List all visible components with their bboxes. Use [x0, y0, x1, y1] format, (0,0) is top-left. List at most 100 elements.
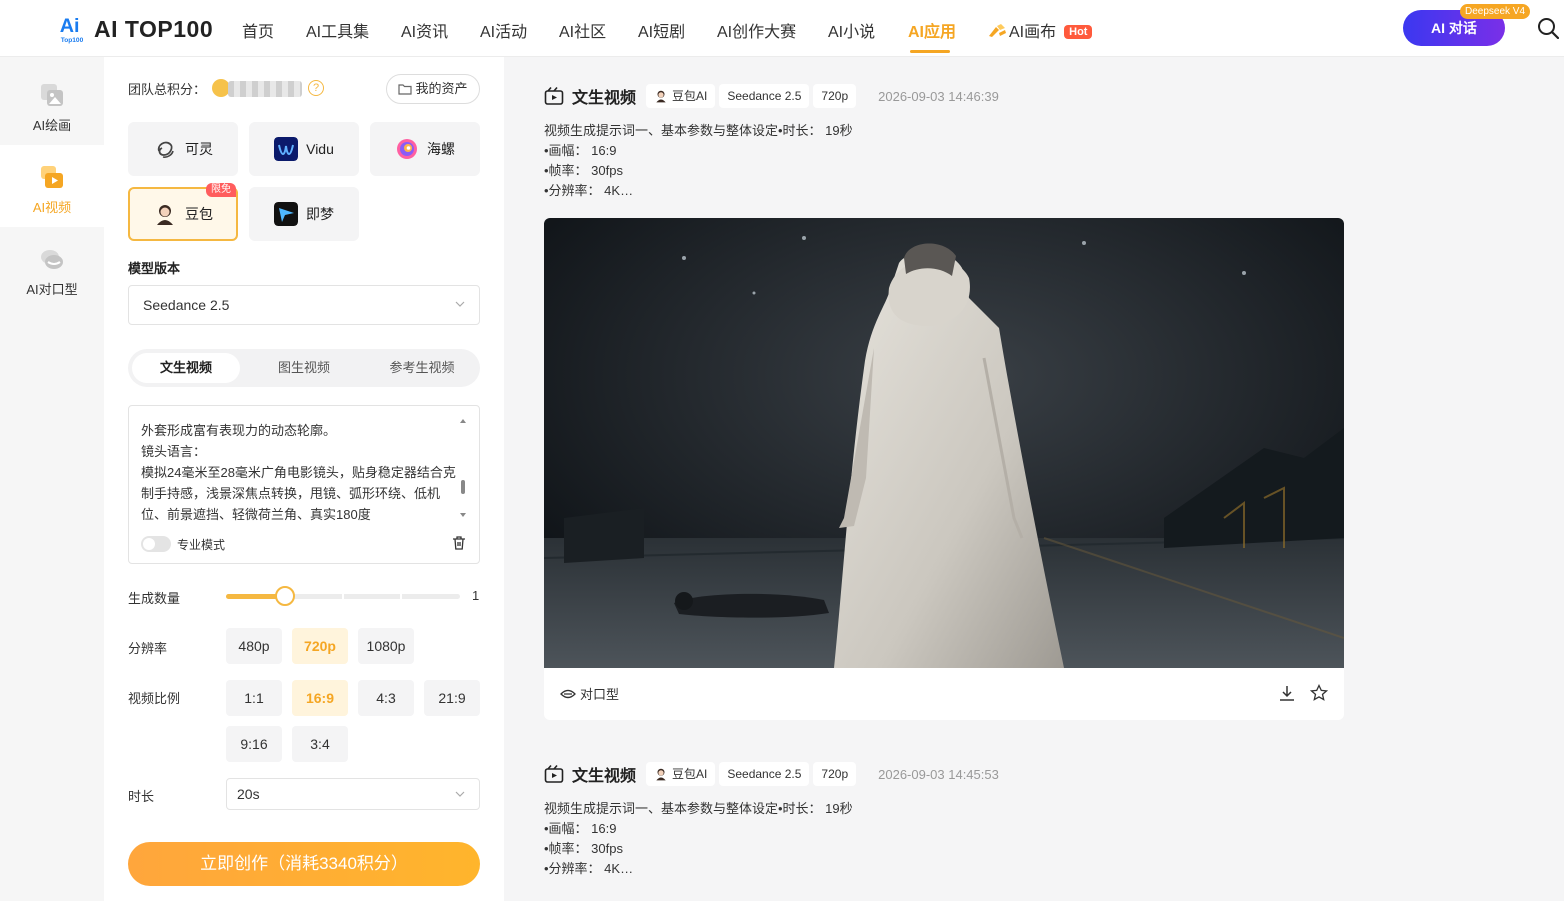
- lipsync-label: 对口型: [580, 687, 620, 702]
- hailuo-logo-icon: [397, 139, 417, 159]
- help-icon[interactable]: ?: [308, 80, 324, 96]
- logo-mark-sub: Top100: [61, 37, 84, 44]
- entry-header: 文生视频 豆包AI Seedance 2.5 720p 2026-09-03 1…: [544, 83, 999, 109]
- tab-image-to-video[interactable]: 图生视频: [250, 353, 358, 383]
- duration-label: 时长: [128, 789, 155, 804]
- prompt-text[interactable]: 外套形成富有表现力的动态轮廓。 镜头语言： 模拟24毫米至28毫米广角电影镜头，…: [141, 420, 459, 524]
- lipsync-action[interactable]: 对口型: [560, 684, 619, 703]
- nav-item-novel[interactable]: AI小说: [828, 18, 875, 42]
- star-icon[interactable]: [1310, 684, 1328, 702]
- count-slider[interactable]: [226, 586, 460, 606]
- pro-mode-toggle[interactable]: [141, 536, 171, 552]
- folder-icon: [398, 84, 413, 95]
- search-icon[interactable]: [1537, 17, 1559, 39]
- video-icon: [41, 166, 63, 188]
- entry-title: 文生视频: [572, 90, 637, 107]
- video-clip-icon: [544, 86, 564, 105]
- entry-description: 视频生成提示词一、基本参数与整体设定•时长： 19秒 •画幅： 16:9 •帧率…: [544, 801, 853, 876]
- resolution-tag: 720p: [813, 84, 857, 108]
- resolution-option-480p[interactable]: 480p: [226, 628, 282, 664]
- ratio-option-16-9[interactable]: 16:9: [292, 680, 348, 716]
- duration-select[interactable]: 20s: [226, 778, 480, 810]
- create-button[interactable]: 立即创作（消耗3340积分）: [128, 842, 480, 886]
- ratio-option-21-9[interactable]: 21:9: [424, 680, 480, 716]
- nav-item-tools[interactable]: AI工具集: [306, 18, 369, 42]
- entry-description: 视频生成提示词一、基本参数与整体设定•时长： 19秒 •画幅： 16:9 •帧率…: [544, 123, 853, 198]
- ratio-option-1-1[interactable]: 1:1: [226, 680, 282, 716]
- site-logo[interactable]: Ai Top100 AI TOP100: [58, 12, 213, 46]
- tab-reference-to-video[interactable]: 参考生视频: [368, 353, 476, 383]
- ratio-label: 视频比例: [128, 691, 181, 706]
- nav-item-home[interactable]: 首页: [242, 18, 274, 42]
- prompt-scroll-thumb[interactable]: [461, 480, 465, 494]
- chevron-down-icon: [455, 301, 465, 307]
- kling-logo-icon: [157, 141, 174, 158]
- my-assets-label: 我的资产: [415, 81, 468, 96]
- rail-item-ai-lipsync[interactable]: AI对口型: [0, 227, 104, 309]
- entry-header: 文生视频 豆包AI Seedance 2.5 720p 2026-09-03 1…: [544, 761, 999, 787]
- download-icon[interactable]: [1278, 684, 1296, 702]
- trash-icon[interactable]: [451, 535, 467, 551]
- prompt-textarea[interactable]: 外套形成富有表现力的动态轮廓。 镜头语言： 模拟24毫米至28毫米广角电影镜头，…: [128, 405, 480, 564]
- count-slider-knob[interactable]: [274, 586, 295, 606]
- model-card-label: 可灵: [185, 141, 213, 157]
- mode-tabs: 文生视频 图生视频 参考生视频: [128, 349, 480, 387]
- version-tag: Seedance 2.5: [719, 762, 810, 786]
- video-thumbnail[interactable]: [544, 218, 1344, 668]
- model-tag: 豆包AI: [646, 84, 716, 108]
- nav-item-canvas[interactable]: AI画布 Hot: [987, 18, 1093, 42]
- duration-value: 20s: [237, 786, 260, 802]
- model-tag-label: 豆包AI: [672, 89, 708, 103]
- model-version-label: 模型版本: [128, 261, 181, 276]
- rail-item-ai-painting[interactable]: AI绘画: [0, 63, 104, 145]
- top-bar: Ai Top100 AI TOP100 首页 AI工具集 AI资讯 AI活动 A…: [0, 0, 1564, 57]
- logo-mark-text: Ai: [60, 15, 80, 37]
- rail-item-label: AI视频: [32, 200, 72, 215]
- doubao-avatar-icon: [157, 205, 173, 225]
- video-clip-icon: [544, 764, 564, 783]
- ratio-option-9-16[interactable]: 9:16: [226, 726, 282, 762]
- model-card-kling[interactable]: 可灵: [128, 122, 238, 176]
- ratio-option-3-4[interactable]: 3:4: [292, 726, 348, 762]
- config-panel: 团队总积分： ? 我的资产 可灵 Vidu 海螺 豆包 限免 即梦 模型版本 S…: [104, 57, 594, 901]
- logo-icon: Ai Top100: [60, 15, 84, 44]
- nav-item-shortdrama[interactable]: AI短剧: [638, 18, 685, 42]
- entry-timestamp: 2026-09-03 14:45:53: [878, 766, 999, 782]
- doubao-avatar-icon: [656, 768, 666, 781]
- model-card-label: 即梦: [306, 206, 334, 222]
- nav-item-contest[interactable]: AI创作大赛: [717, 18, 796, 42]
- nav-item-apps[interactable]: AI应用: [908, 18, 956, 42]
- tab-text-to-video[interactable]: 文生视频: [132, 353, 240, 383]
- version-tag: Seedance 2.5: [719, 84, 810, 108]
- resolution-tag: 720p: [813, 762, 857, 786]
- pro-mode-label: 专业模式: [177, 538, 226, 552]
- nav-item-news[interactable]: AI资讯: [401, 18, 448, 42]
- model-tag: 豆包AI: [646, 762, 716, 786]
- resolution-option-1080p[interactable]: 1080p: [358, 628, 414, 664]
- left-rail: AI绘画 AI视频 AI对口型: [0, 57, 104, 901]
- nav-active-indicator: [910, 50, 950, 53]
- model-card-vidu[interactable]: Vidu: [249, 122, 359, 176]
- ratio-option-4-3[interactable]: 4:3: [358, 680, 414, 716]
- rail-item-ai-video[interactable]: AI视频: [0, 145, 104, 227]
- chevron-down-icon: [455, 791, 465, 797]
- model-card-doubao[interactable]: 豆包 限免: [128, 183, 238, 241]
- model-card-jimeng[interactable]: 即梦: [249, 187, 359, 241]
- rail-item-label: AI绘画: [32, 118, 72, 133]
- count-label: 生成数量: [128, 591, 181, 606]
- slider-tick: [342, 594, 344, 599]
- slider-tick: [400, 594, 402, 599]
- model-card-label: 豆包: [185, 206, 213, 222]
- my-assets-button[interactable]: 我的资产: [386, 74, 480, 104]
- lips-icon: [560, 689, 576, 698]
- vidu-logo-icon: [274, 137, 299, 161]
- jimeng-logo-icon: [274, 202, 298, 226]
- result-feed: 文生视频 豆包AI Seedance 2.5 720p 2026-09-03 1…: [504, 57, 1564, 901]
- nav-item-events[interactable]: AI活动: [480, 18, 527, 42]
- model-version-select[interactable]: Seedance 2.5: [128, 285, 480, 325]
- prompt-scrollbar[interactable]: [460, 418, 466, 518]
- nav-item-community[interactable]: AI社区: [559, 18, 606, 42]
- model-card-hailuo[interactable]: 海螺: [370, 122, 480, 176]
- team-points-label: 团队总积分：: [128, 82, 207, 97]
- resolution-option-720p[interactable]: 720p: [292, 628, 348, 664]
